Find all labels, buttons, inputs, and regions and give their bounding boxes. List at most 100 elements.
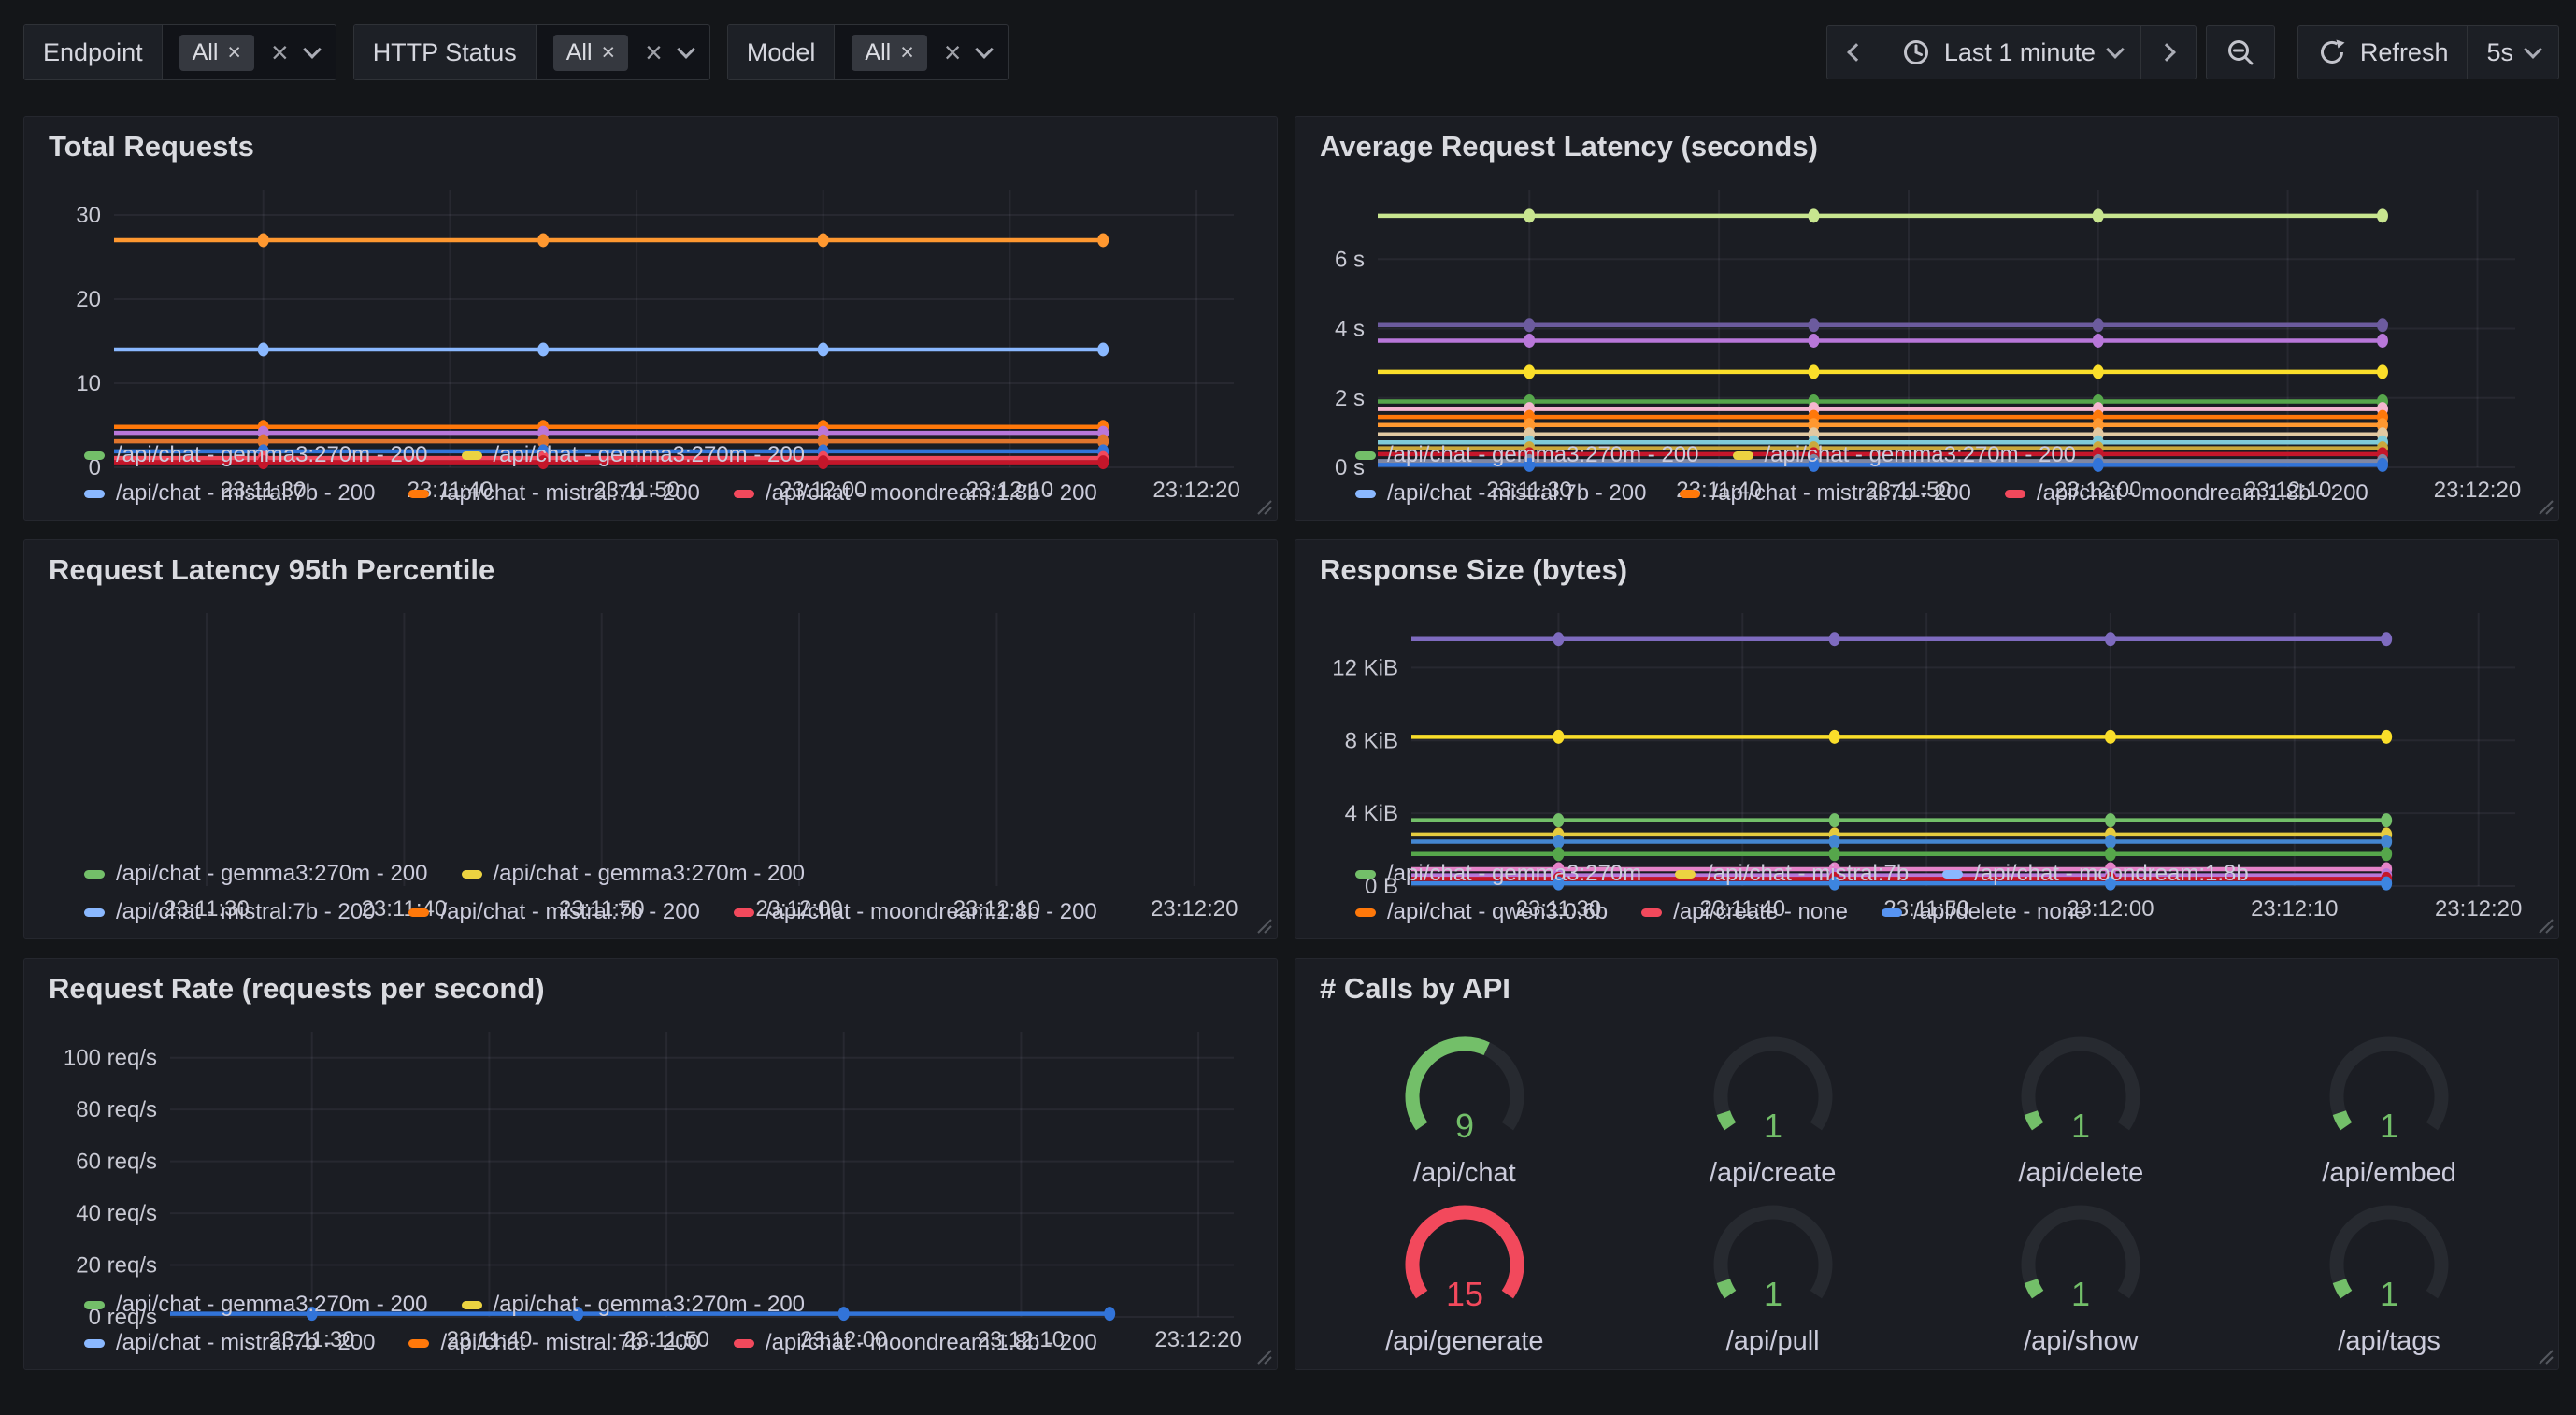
legend-item[interactable]: /api/chat - moondream:1.8b	[1942, 861, 2249, 887]
average-latency-chart[interactable]: 6 s4 s2 s0 s23:11:3023:11:4023:11:5023:1…	[1310, 182, 2543, 428]
total-requests-chart[interactable]: 302010023:11:3023:11:4023:11:5023:12:002…	[39, 182, 1262, 428]
legend-item[interactable]: /api/chat - moondream:1.8b - 200	[734, 480, 1097, 507]
data-point	[1829, 813, 1840, 827]
legend-item[interactable]: /api/chat - gemma3:270m - 200	[84, 1292, 428, 1318]
legend-item[interactable]: /api/chat - mistral:7b - 200	[408, 1330, 699, 1356]
chevron-left-icon	[1847, 43, 1866, 62]
data-point	[1808, 318, 1819, 332]
filter-chip[interactable]: All ×	[852, 35, 926, 71]
legend-series-label: /api/chat - gemma3:270m - 200	[494, 1292, 806, 1318]
legend-item[interactable]: /api/chat - gemma3:270m - 200	[462, 442, 806, 468]
data-point	[2377, 318, 2388, 332]
chevron-down-icon[interactable]	[303, 40, 322, 59]
panel-calls-by-api: # Calls by API 9/api/chat1/api/create1/a…	[1295, 958, 2559, 1370]
gauge-label: /api/tags	[2338, 1326, 2440, 1357]
filter-http-status-label[interactable]: HTTP Status	[354, 25, 537, 79]
filter-http-status-value[interactable]: All × ×	[537, 25, 709, 79]
request-rate-chart[interactable]: 100 req/s80 req/s60 req/s40 req/s20 req/…	[39, 1024, 1262, 1278]
legend-series-label: /api/chat - gemma3:270m - 200	[494, 861, 806, 887]
legend-series-swatch	[734, 908, 754, 917]
legend-item[interactable]: /api/chat - mistral:7b - 200	[408, 899, 699, 925]
y-axis-label: 20	[76, 287, 101, 312]
gauge-fill	[2340, 1280, 2346, 1294]
legend-row: /api/chat - qwen3:0.6b/api/create - none…	[1355, 899, 2543, 925]
legend-item[interactable]: /api/chat - mistral:7b - 200	[84, 480, 375, 507]
response-size-chart[interactable]: 12 KiB8 KiB4 KiB0 B23:11:3023:11:4023:11…	[1310, 606, 2543, 847]
legend-series-swatch	[1355, 908, 1376, 917]
time-shift-back-button[interactable]	[1826, 25, 1882, 79]
legend-series-label: /api/chat - gemma3:270m - 200	[116, 1292, 428, 1318]
panel-title[interactable]: Request Rate (requests per second)	[49, 972, 1262, 1006]
refresh-interval-select[interactable]: 5s	[2467, 25, 2559, 79]
legend-item[interactable]: /api/chat - moondream:1.8b - 200	[734, 1330, 1097, 1356]
legend-series-label: /api/chat - gemma3:270m - 200	[494, 442, 806, 468]
legend-item[interactable]: /api/chat - mistral:7b - 200	[1680, 480, 1970, 507]
legend-item[interactable]: /api/chat - gemma3:270m - 200	[462, 1292, 806, 1318]
legend-item[interactable]: /api/chat - mistral:7b - 200	[84, 899, 375, 925]
panel-title[interactable]: Response Size (bytes)	[1320, 553, 2543, 587]
filter-chip[interactable]: All ×	[179, 35, 254, 71]
legend-item[interactable]: /api/chat - gemma3:270m - 200	[84, 861, 428, 887]
legend-series-label: /api/chat - mistral:7b	[1707, 861, 1909, 887]
legend-item[interactable]: /api/chat - gemma3:270m - 200	[1733, 442, 2077, 468]
filter-clear-icon[interactable]: ×	[271, 37, 289, 67]
gauge-api-generate: 15/api/generate	[1310, 1193, 1619, 1361]
data-point	[537, 343, 549, 357]
panel-resize-handle[interactable]	[2537, 1348, 2554, 1365]
legend-item[interactable]: /api/chat - mistral:7b	[1675, 861, 1909, 887]
panel-resize-handle[interactable]	[1255, 1348, 1272, 1365]
chip-remove-icon[interactable]: ×	[602, 41, 616, 64]
legend-item[interactable]: /api/chat - gemma3:270m - 200	[84, 442, 428, 468]
legend-series-swatch	[84, 451, 105, 460]
chip-remove-icon[interactable]: ×	[227, 41, 241, 64]
legend-series-label: /api/chat - mistral:7b - 200	[440, 480, 699, 507]
chip-remove-icon[interactable]: ×	[900, 41, 914, 64]
time-range-picker[interactable]: Last 1 minute	[1882, 25, 2141, 79]
filter-endpoint-label[interactable]: Endpoint	[24, 25, 163, 79]
gauge-arc: 9	[1376, 1027, 1553, 1156]
panel-resize-handle[interactable]	[1255, 917, 1272, 934]
filter-clear-icon[interactable]: ×	[645, 37, 663, 67]
legend-item[interactable]: /api/chat - gemma3:270m	[1355, 861, 1641, 887]
chevron-down-icon[interactable]	[677, 40, 695, 59]
legend-item[interactable]: /api/chat - mistral:7b - 200	[1355, 480, 1646, 507]
y-axis-label: 80 req/s	[76, 1097, 157, 1122]
legend-series-label: /api/delete - none	[1913, 899, 2086, 925]
filter-model-label[interactable]: Model	[728, 25, 836, 79]
chevron-down-icon[interactable]	[976, 40, 995, 59]
data-point	[2093, 364, 2104, 379]
time-shift-forward-button[interactable]	[2140, 25, 2197, 79]
filter-clear-icon[interactable]: ×	[944, 37, 962, 67]
legend-item[interactable]: /api/create - none	[1641, 899, 1848, 925]
filter-chip[interactable]: All ×	[553, 35, 628, 71]
legend-series-label: /api/chat - gemma3:270m - 200	[116, 861, 428, 887]
legend-item[interactable]: /api/chat - gemma3:270m - 200	[1355, 442, 1699, 468]
panel-resize-handle[interactable]	[1255, 498, 1272, 515]
panel-title[interactable]: Request Latency 95th Percentile	[49, 553, 1262, 587]
gauge-api-embed: 1/api/embed	[2235, 1024, 2543, 1193]
legend-item[interactable]: /api/delete - none	[1882, 899, 2086, 925]
data-point	[2381, 632, 2392, 646]
panel-title[interactable]: # Calls by API	[1320, 972, 2543, 1006]
panel-resize-handle[interactable]	[2537, 917, 2554, 934]
legend-item[interactable]: /api/chat - mistral:7b - 200	[408, 480, 699, 507]
legend-item[interactable]: /api/chat - gemma3:270m - 200	[462, 861, 806, 887]
gauge-grid: 9/api/chat1/api/create1/api/delete1/api/…	[1310, 1024, 2543, 1360]
legend-item[interactable]: /api/chat - moondream:1.8b - 200	[2005, 480, 2368, 507]
legend-series-swatch	[84, 908, 105, 917]
latency-95th-chart[interactable]: 23:11:3023:11:4023:11:5023:12:0023:12:10…	[39, 606, 1262, 847]
legend-item[interactable]: /api/chat - mistral:7b - 200	[84, 1330, 375, 1356]
filter-endpoint-value[interactable]: All × ×	[163, 25, 336, 79]
panel-resize-handle[interactable]	[2537, 498, 2554, 515]
refresh-button[interactable]: Refresh	[2297, 25, 2469, 79]
legend-series-swatch	[1882, 908, 1902, 917]
gauge-fill	[1412, 1044, 1487, 1126]
panel-title[interactable]: Average Request Latency (seconds)	[1320, 130, 2543, 164]
legend-series-label: /api/chat - gemma3:270m - 200	[1387, 442, 1699, 468]
filter-model-value[interactable]: All × ×	[835, 25, 1008, 79]
panel-title[interactable]: Total Requests	[49, 130, 1262, 164]
y-axis-label: 10	[76, 371, 101, 396]
zoom-out-button[interactable]	[2206, 25, 2275, 79]
legend-item[interactable]: /api/chat - moondream:1.8b - 200	[734, 899, 1097, 925]
legend-item[interactable]: /api/chat - qwen3:0.6b	[1355, 899, 1608, 925]
